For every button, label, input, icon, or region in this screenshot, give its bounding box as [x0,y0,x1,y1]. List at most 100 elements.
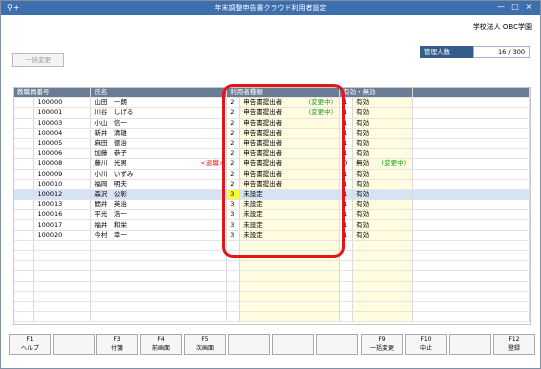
user-type-code-cell[interactable]: 3 [226,189,241,201]
valid-status-cell[interactable]: 無効 (変更中) [352,158,414,170]
employee-id-cell[interactable]: 100005 [33,138,92,150]
valid-code-cell[interactable]: 1 [339,118,354,129]
user-type-code-cell[interactable]: 2 [226,148,241,160]
row-gutter[interactable] [14,148,35,160]
row-gutter[interactable] [14,189,35,201]
blank-cell[interactable] [412,311,530,323]
name-cell[interactable]: 藤川 光男 <退職> [90,158,228,170]
user-type-cell[interactable]: 未設定 [239,199,341,211]
blank-cell[interactable] [412,138,530,150]
table-row[interactable] [14,291,530,302]
valid-status-cell[interactable] [352,270,414,282]
valid-status-cell[interactable]: 有効 [352,199,414,211]
blank-cell[interactable] [412,291,530,302]
col-header-valid[interactable]: 有効・無効 [339,88,414,99]
user-type-cell[interactable]: 未設定 [239,219,341,231]
table-row[interactable]: 100006 加藤 恭子 2 申告書提出者 1 有効 [14,148,530,160]
user-type-cell[interactable]: 未設定 [239,230,341,241]
valid-code-cell[interactable] [339,291,354,302]
valid-code-cell[interactable]: 1 [339,179,354,190]
row-gutter[interactable] [14,97,35,109]
table-row[interactable]: 100010 福岡 明夫 2 申告書提出者 1 有効 [14,179,530,190]
valid-status-cell[interactable] [352,250,414,262]
row-gutter[interactable] [14,301,35,313]
row-gutter[interactable] [14,169,35,180]
user-type-cell[interactable] [239,311,341,323]
table-row[interactable]: 100008 藤川 光男 <退職> 2 申告書提出者 0 無効 (変更中) [14,158,530,170]
table-row[interactable]: 100003 小山 信一 2 申告書提出者 1 有効 [14,118,530,129]
row-gutter[interactable] [14,199,35,211]
employee-id-cell[interactable] [33,311,92,323]
valid-status-cell[interactable] [352,240,414,252]
row-gutter[interactable] [14,219,35,231]
user-type-code-cell[interactable]: 2 [226,107,241,119]
employee-id-cell[interactable]: 100004 [33,128,92,139]
valid-code-cell[interactable]: 1 [339,138,354,150]
blank-cell[interactable] [412,107,530,119]
name-cell[interactable] [90,311,228,323]
valid-status-cell[interactable]: 有効 [352,189,414,201]
valid-code-cell[interactable] [339,301,354,313]
fkey-empty-button[interactable] [272,334,314,355]
valid-status-cell[interactable] [352,260,414,272]
fkey-empty-button[interactable] [53,334,95,355]
valid-code-cell[interactable]: 1 [339,189,354,201]
user-type-cell[interactable]: 申告書提出者 [239,169,341,180]
table-row[interactable] [14,240,530,252]
user-type-code-cell[interactable]: 3 [226,230,241,241]
name-cell[interactable]: 新井 清雄 [90,128,228,139]
fkey-f10-button[interactable]: F10 中止 [405,334,447,355]
name-cell[interactable]: 福井 和栄 [90,219,228,231]
user-type-code-cell[interactable] [226,270,241,282]
valid-status-cell[interactable]: 有効 [352,138,414,150]
employee-id-cell[interactable]: 100003 [33,118,92,129]
user-type-cell[interactable] [239,260,341,272]
table-row[interactable] [14,311,530,323]
blank-cell[interactable] [412,158,530,170]
row-gutter[interactable] [14,179,35,190]
user-type-code-cell[interactable]: 3 [226,209,241,221]
valid-code-cell[interactable]: 1 [339,148,354,160]
blank-cell[interactable] [412,230,530,241]
name-cell[interactable] [90,240,228,252]
bulk-change-button[interactable]: 一括変更 [12,53,64,67]
user-type-code-cell[interactable]: 2 [226,158,241,170]
fkey-empty-button[interactable] [228,334,270,355]
valid-code-cell[interactable] [339,270,354,282]
user-type-cell[interactable]: 申告書提出者 [239,158,341,170]
user-type-code-cell[interactable] [226,311,241,323]
employee-id-cell[interactable] [33,240,92,252]
blank-cell[interactable] [412,148,530,160]
employee-id-cell[interactable]: 100009 [33,169,92,180]
table-row[interactable]: 100005 麻田 徳治 2 申告書提出者 1 有効 [14,138,530,150]
user-type-code-cell[interactable] [226,240,241,252]
name-cell[interactable] [90,281,228,292]
row-gutter[interactable] [14,107,35,119]
row-gutter[interactable] [14,240,35,252]
blank-cell[interactable] [412,128,530,139]
employee-id-cell[interactable]: 100001 [33,107,92,119]
valid-code-cell[interactable]: 1 [339,97,354,109]
row-gutter[interactable] [14,291,35,302]
valid-status-cell[interactable]: 有効 [352,118,414,129]
blank-cell[interactable] [412,240,530,252]
user-type-cell[interactable] [239,270,341,282]
user-type-cell[interactable]: 申告書提出者 [239,148,341,160]
table-row[interactable] [14,281,530,292]
table-row[interactable]: 100000 山田 一朗 2 申告書提出者 (変更中) 1 有効 [14,97,530,109]
blank-cell[interactable] [412,97,530,109]
user-type-cell[interactable]: 申告書提出者 [239,179,341,190]
employee-id-cell[interactable]: 100017 [33,219,92,231]
row-gutter[interactable] [14,281,35,292]
name-cell[interactable]: 川谷 しげる [90,107,228,119]
valid-code-cell[interactable]: 0 [339,158,354,170]
fkey-f3-button[interactable]: F3 付箋 [96,334,138,355]
user-type-code-cell[interactable]: 2 [226,97,241,109]
employee-id-cell[interactable]: 100012 [33,189,92,201]
name-cell[interactable]: 山田 一朗 [90,97,228,109]
table-row[interactable]: 100004 新井 清雄 2 申告書提出者 1 有効 [14,128,530,139]
employee-id-cell[interactable] [33,301,92,313]
user-type-cell[interactable]: 申告書提出者 (変更中) [239,107,341,119]
fkey-f5-button[interactable]: F5 次画面 [184,334,226,355]
employee-id-cell[interactable]: 100008 [33,158,92,170]
